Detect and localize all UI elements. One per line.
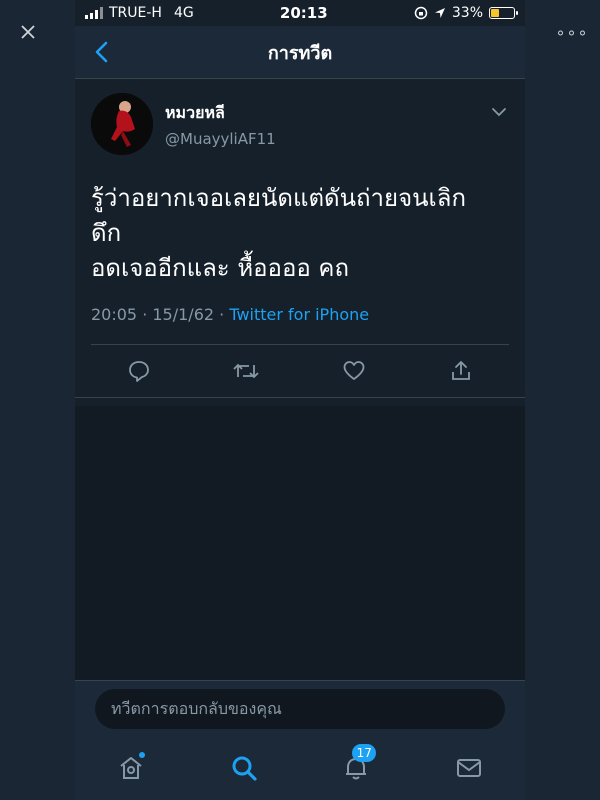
viewer-more-icon[interactable]: ∘∘∘ [555, 18, 587, 46]
page-title: การทวีต [267, 42, 333, 64]
reply-bar: ทวีตการตอบกลับของคุณ [75, 680, 525, 737]
empty-replies-area [75, 406, 525, 680]
nav-bar: การทวีต [75, 26, 525, 79]
tweet-text-line: อดเจออีกและ หื้ออออ คถ [91, 253, 350, 282]
avatar[interactable] [91, 93, 153, 155]
tweet-detail: หมวยหลี @MuayyliAF11 รู้ว่าอยากเจอเลยนัด… [75, 79, 525, 346]
reply-input[interactable]: ทวีตการตอบกลับของคุณ [95, 689, 505, 729]
viewer-close-icon[interactable] [14, 18, 42, 46]
tweet-metadata: 20:05 · 15/1/62 · Twitter for iPhone [91, 305, 509, 344]
status-time: 20:13 [279, 4, 328, 22]
tweet-text-line: รู้ว่าอยากเจอเลยนัดแต่ดันถ่ายจนเลิก [91, 184, 466, 212]
tweet-timestamp: 20:05 · 15/1/62 · [91, 305, 230, 325]
chevron-down-icon[interactable] [489, 103, 509, 117]
comment-icon[interactable] [124, 356, 154, 386]
mail-icon[interactable] [449, 748, 489, 788]
tab-bar: 17 [75, 736, 525, 800]
carrier-name: TRUE-H [109, 5, 162, 21]
phone-screen: TRUE-H 4G 20:13 33% การทวีต หมวยหลี @Mua… [75, 0, 525, 800]
tweet-text-line: ดึก [91, 218, 122, 247]
network-type: 4G [173, 5, 194, 21]
chevron-left-icon[interactable] [87, 38, 115, 66]
bell-icon[interactable]: 17 [336, 744, 377, 788]
share-icon[interactable] [446, 356, 476, 386]
battery-icon [489, 7, 518, 19]
tweet-text: รู้ว่าอยากเจอเลยนัดแต่ดันถ่ายจนเลิก ดึก … [91, 181, 509, 285]
user-handle[interactable]: @MuayyliAF11 [165, 130, 276, 148]
display-name[interactable]: หมวยหลี [165, 101, 276, 126]
tweet-source-link[interactable]: Twitter for iPhone [229, 305, 369, 324]
notifications-badge: 17 [352, 744, 377, 762]
search-icon[interactable] [224, 748, 264, 788]
home-icon[interactable] [111, 748, 151, 788]
retweet-icon[interactable] [231, 356, 261, 386]
orientation-lock-icon [414, 6, 428, 20]
divider [91, 344, 509, 346]
tweet-actions [75, 345, 525, 397]
heart-icon[interactable] [339, 356, 369, 386]
status-bar: TRUE-H 4G 20:13 33% [75, 0, 525, 26]
battery-percent: 33% [451, 5, 483, 21]
location-icon [434, 8, 445, 18]
signal-icon [85, 7, 103, 19]
